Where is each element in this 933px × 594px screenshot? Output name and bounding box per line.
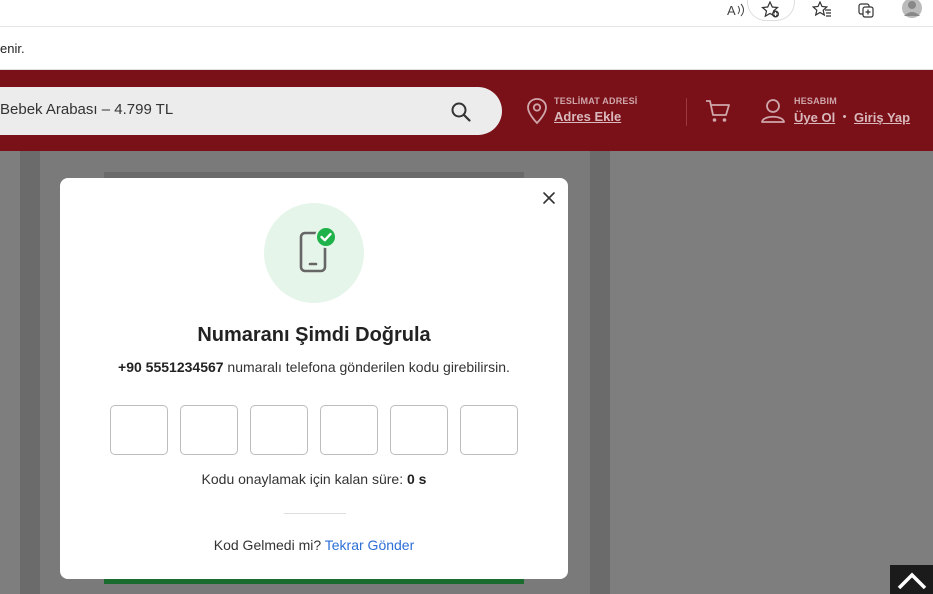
- search-input[interactable]: Bebek Arabası – 4.799 TL: [0, 87, 502, 135]
- countdown-timer: Kodu onaylamak için kalan süre: 0 s: [60, 471, 568, 487]
- code-digit-1[interactable]: [110, 405, 168, 455]
- code-input-group: [110, 405, 520, 455]
- scroll-top-button[interactable]: [890, 565, 933, 594]
- account-label: HESABIM: [794, 96, 837, 106]
- subtitle-text: numaralı telefona gönderilen kodu girebi…: [223, 359, 510, 375]
- link-separator: •: [842, 111, 847, 123]
- delivery-label: TESLİMAT ADRESİ: [554, 96, 638, 106]
- header-divider: [686, 98, 687, 126]
- notice-text: enir.: [0, 41, 25, 56]
- code-digit-4[interactable]: [320, 405, 378, 455]
- phone-number: +90 5551234567: [118, 359, 224, 375]
- search-icon[interactable]: [450, 101, 472, 123]
- notice-bar: enir.: [0, 26, 933, 70]
- resend-question: Kod Gelmedi mi?: [213, 537, 325, 553]
- favorites-icon[interactable]: [810, 0, 834, 20]
- phone-check-icon: [299, 226, 337, 273]
- resend-code-link[interactable]: Tekrar Gönder: [325, 537, 414, 553]
- cart-icon[interactable]: [705, 98, 731, 124]
- code-digit-5[interactable]: [390, 405, 448, 455]
- chevron-up-icon: [897, 572, 926, 589]
- account-menu: HESABIM Üye Ol • Giriş Yap: [794, 96, 910, 127]
- modal-title: Numaranı Şimdi Doğrula: [197, 324, 431, 346]
- close-icon[interactable]: [540, 189, 558, 207]
- code-digit-6[interactable]: [460, 405, 518, 455]
- login-link[interactable]: Giriş Yap: [854, 110, 910, 125]
- profile-avatar-icon[interactable]: [900, 0, 924, 20]
- browser-toolbar: A: [0, 0, 933, 26]
- timer-value: 0 s: [406, 471, 427, 487]
- register-link[interactable]: Üye Ol: [794, 110, 835, 125]
- add-favorite-icon[interactable]: [759, 0, 783, 20]
- svg-text:A: A: [727, 3, 736, 18]
- search-query: Bebek Arabası – 4.799 TL: [0, 101, 174, 118]
- phone-verified-illustration: [264, 203, 364, 303]
- modal-subtitle: +90 5551234567 numaralı telefona gönderi…: [60, 359, 568, 375]
- user-icon: [761, 99, 785, 123]
- site-header: Bebek Arabası – 4.799 TL TESLİMAT ADRESİ…: [0, 70, 933, 151]
- timer-label: Kodu onaylamak için kalan süre:: [201, 471, 407, 487]
- read-aloud-icon[interactable]: A: [724, 0, 748, 20]
- code-digit-2[interactable]: [180, 405, 238, 455]
- delivery-address[interactable]: TESLİMAT ADRESİ Adres Ekle: [554, 96, 638, 124]
- divider: [284, 513, 346, 514]
- code-digit-3[interactable]: [250, 405, 308, 455]
- resend-row: Kod Gelmedi mi? Tekrar Gönder: [60, 537, 568, 553]
- phone-verification-modal: Numaranı Şimdi Doğrula +90 5551234567 nu…: [60, 178, 568, 579]
- add-address-link[interactable]: Adres Ekle: [554, 109, 638, 124]
- location-pin-icon: [527, 98, 547, 125]
- collections-icon[interactable]: [855, 0, 879, 20]
